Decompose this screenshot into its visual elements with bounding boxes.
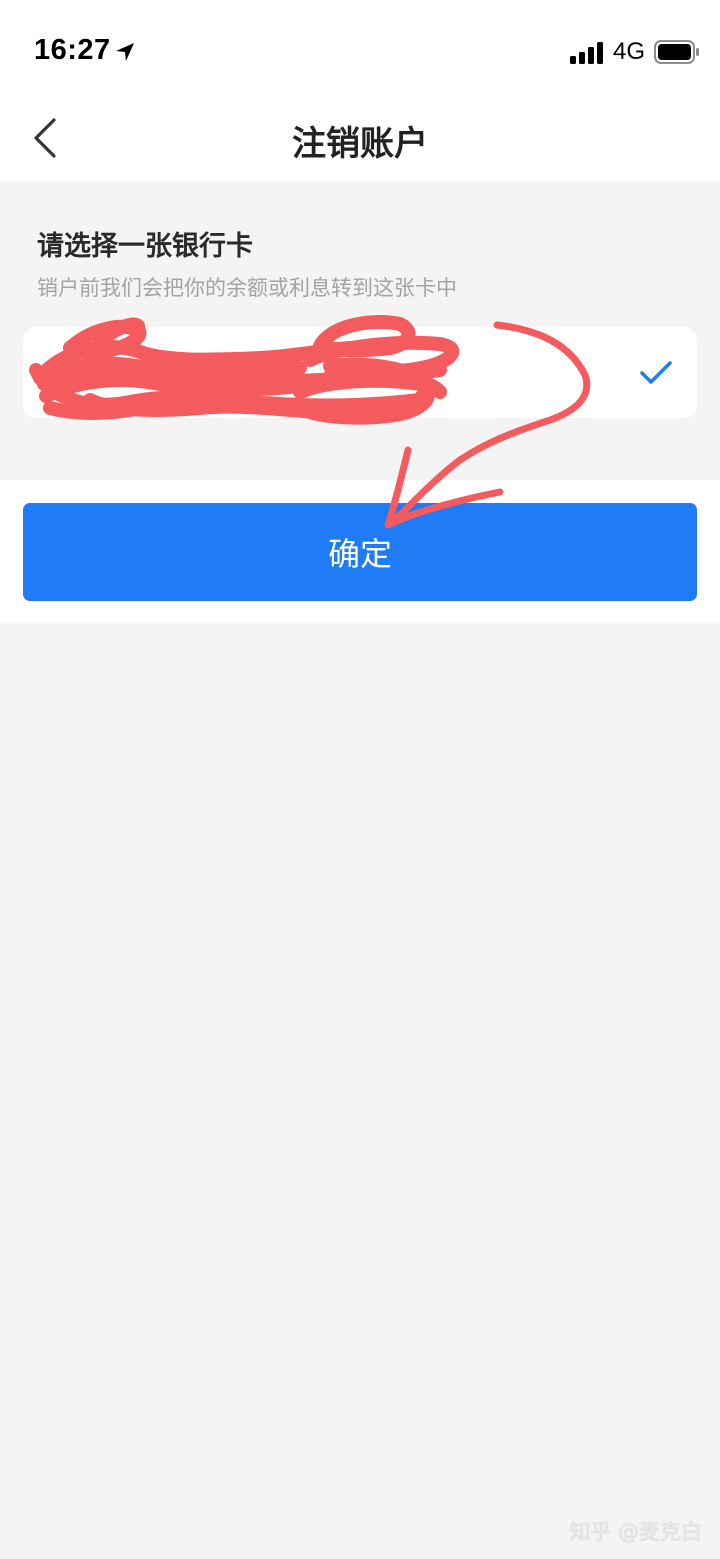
signal-bars-icon [570,42,603,64]
battery-icon [654,40,699,64]
location-arrow-icon [116,43,134,61]
nav-bar: 注销账户 [0,96,720,181]
status-bar: 16:27 4G [0,0,720,96]
status-time: 16:27 [34,34,111,66]
button-panel: 确定 [0,480,720,623]
network-type: 4G [613,38,646,65]
checkmark-icon [640,361,672,384]
section-subtitle: 销户前我们会把你的余额或利息转到这张卡中 [37,276,457,300]
page-title: 注销账户 [292,124,428,164]
watermark: 知乎 @麦克白 [569,1520,702,1544]
bank-card-option[interactable] [23,327,697,418]
section-title: 请选择一张银行卡 [37,231,253,262]
confirm-button[interactable]: 确定 [23,503,697,601]
